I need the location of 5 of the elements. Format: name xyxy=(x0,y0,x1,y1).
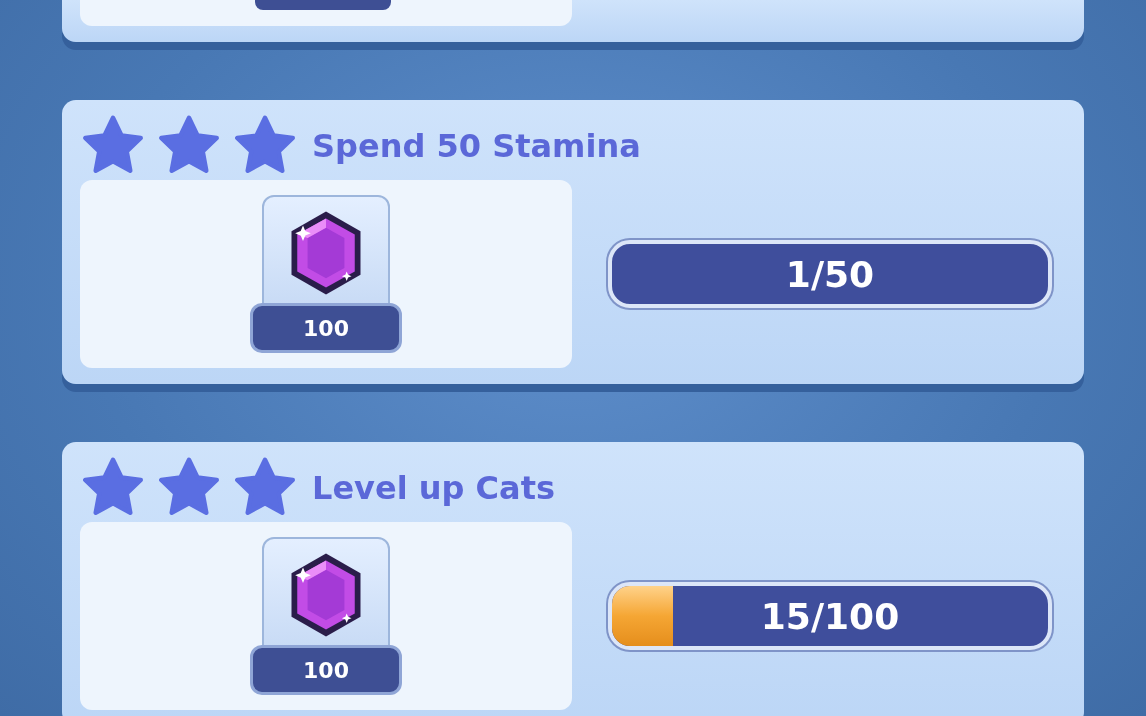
quest-title: Spend 50 Stamina xyxy=(312,127,641,165)
progress-text: 15/100 xyxy=(759,594,901,639)
reward-amount: 100 xyxy=(250,303,402,353)
reward-amount: 100 xyxy=(250,645,402,695)
quest-title: Level up Cats xyxy=(312,469,555,507)
